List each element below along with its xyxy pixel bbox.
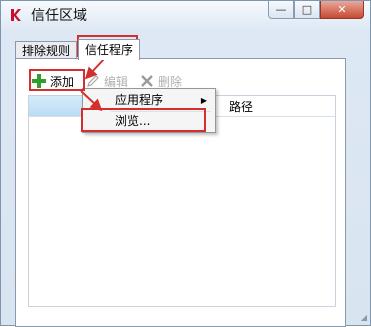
window-title: 信任区域 [31, 8, 87, 24]
menu-item-browse[interactable]: 浏览... [83, 112, 215, 131]
add-button-label: 添加 [50, 74, 75, 89]
tab-trusted-programs[interactable]: 信任程序 [78, 39, 141, 60]
delete-button[interactable]: 删除 [140, 73, 182, 90]
title-bar[interactable]: 信任区域 — □ ✕ [1, 1, 370, 29]
chevron-right-icon: ▶ [200, 96, 207, 105]
window-controls: — □ ✕ [268, 1, 364, 19]
add-button[interactable]: 添加 [32, 73, 74, 90]
pencil-icon [87, 75, 99, 87]
minimize-button[interactable]: — [268, 1, 294, 19]
menu-item-applications[interactable]: 应用程序 ▶ [83, 91, 215, 110]
add-context-menu: 应用程序 ▶ 浏览... [82, 88, 216, 133]
trusted-zone-window: 信任区域 — □ ✕ 排除规则 信任程序 添加 编辑 删除 路径 应用程序 ▶ … [0, 0, 371, 327]
tab-strip: 排除规则 信任程序 [15, 39, 141, 60]
plus-icon [32, 74, 46, 88]
cross-icon [141, 75, 153, 87]
column-header-path[interactable]: 路径 [229, 98, 253, 115]
delete-button-label: 删除 [158, 74, 183, 89]
close-button[interactable]: ✕ [320, 1, 364, 19]
resize-grip-icon[interactable]: ◢ [361, 313, 367, 322]
menu-item-browse-label: 浏览... [115, 114, 151, 128]
edit-button-label: 编辑 [104, 74, 129, 89]
maximize-button[interactable]: □ [294, 1, 320, 19]
kaspersky-k-icon [11, 9, 21, 21]
menu-item-applications-label: 应用程序 [115, 93, 164, 107]
edit-button[interactable]: 编辑 [86, 73, 128, 90]
